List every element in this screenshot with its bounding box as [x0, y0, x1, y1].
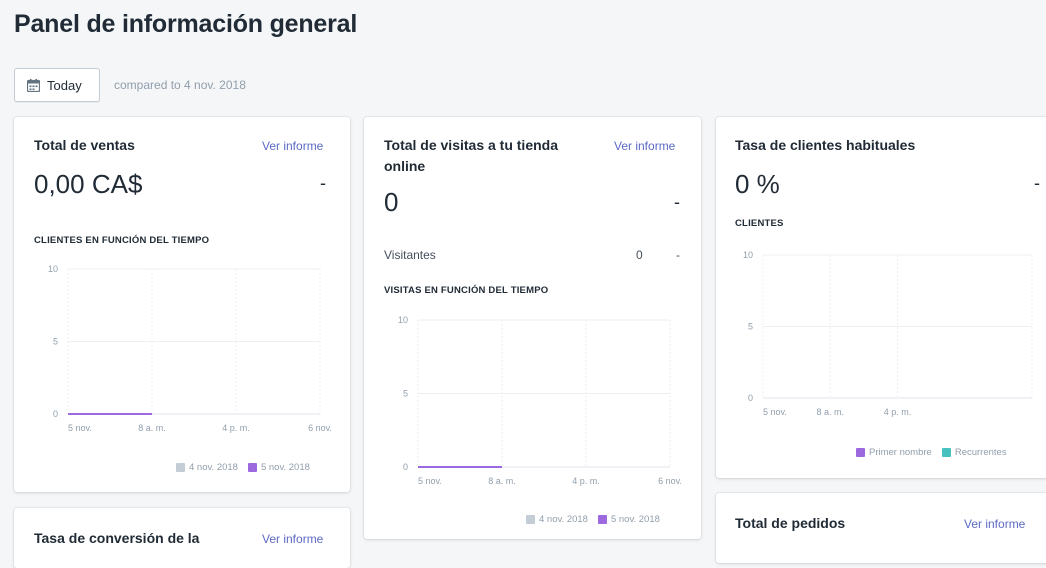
comparison-text: compared to 4 nov. 2018 [114, 78, 246, 92]
y-tick-label: 0 [748, 393, 753, 403]
legend-label-prev: 4 nov. 2018 [189, 462, 238, 473]
y-tick-label: 5 [748, 322, 753, 332]
orders-card-title: Total de pedidos [735, 515, 846, 531]
calendar-icon [27, 78, 40, 92]
y-tick-label: 5 [403, 389, 408, 399]
legend-label-first: Primer nombre [869, 447, 932, 458]
legend-swatch-prev [526, 515, 535, 524]
legend-swatch-curr [247, 463, 257, 472]
x-tick-label: 5 nov. [763, 407, 787, 417]
x-tick-label: 6 nov. [308, 423, 332, 433]
page-title: Panel de información general [14, 10, 358, 38]
returning-chart-legend: Primer nombre Recurrentes [856, 447, 1007, 458]
returning-chart: 0 5 10 5 nov. 8 a. m. 4 p. m. [743, 250, 1033, 417]
sales-card: Total de ventas Ver informe 0,00 CA$ - C… [14, 117, 350, 492]
legend-label-returning: Recurrentes [954, 447, 1007, 458]
legend-swatch-returning [941, 448, 951, 457]
x-tick-label: 5 nov. [68, 423, 92, 433]
sales-chart-legend: 4 nov. 2018 5 nov. 2018 [176, 462, 310, 473]
conversion-report-link[interactable]: Ver informe [262, 532, 323, 546]
x-tick-label: 4 p. m. [572, 476, 600, 486]
legend-swatch-curr [597, 515, 607, 524]
x-tick-label: 5 nov. [418, 476, 442, 486]
y-tick-label: 10 [48, 264, 58, 274]
visits-chart: 0 5 10 5 nov. 8 a. m. 4 p. m. 6 nov. [398, 315, 682, 486]
y-tick-label: 10 [398, 315, 408, 325]
legend-swatch-prev [176, 463, 185, 472]
orders-card: Total de pedidos Ver informe [716, 493, 1046, 563]
date-range-button[interactable]: Today [14, 68, 100, 102]
date-range-label: Today [47, 77, 82, 93]
legend-label-prev: 4 nov. 2018 [539, 514, 588, 525]
y-tick-label: 0 [53, 409, 58, 419]
x-tick-label: 6 nov. [658, 476, 682, 486]
sales-chart: 0 5 10 5 nov. 8 a. m. 4 p. m. 6 nov. [48, 264, 332, 433]
orders-report-link[interactable]: Ver informe [964, 517, 1025, 531]
x-tick-label: 4 p. m. [884, 407, 912, 417]
x-tick-label: 8 a. m. [488, 476, 516, 486]
legend-swatch-first [856, 448, 865, 457]
returning-customers-card: Tasa de clientes habituales 0 % - CLIENT… [716, 117, 1046, 478]
legend-label-curr: 5 nov. 2018 [610, 514, 660, 525]
x-tick-label: 8 a. m. [816, 407, 844, 417]
x-tick-label: 8 a. m. [138, 423, 166, 433]
x-tick-label: 4 p. m. [222, 423, 250, 433]
conversion-card: Tasa de conversión de la Ver informe [14, 508, 350, 568]
y-tick-label: 10 [743, 250, 753, 260]
visits-chart-legend: 4 nov. 2018 5 nov. 2018 [526, 514, 660, 525]
visits-card: Total de visitas a tu tienda online Ver … [364, 117, 701, 539]
legend-label-curr: 5 nov. 2018 [260, 462, 310, 473]
y-tick-label: 0 [403, 462, 408, 472]
y-tick-label: 5 [53, 337, 58, 347]
